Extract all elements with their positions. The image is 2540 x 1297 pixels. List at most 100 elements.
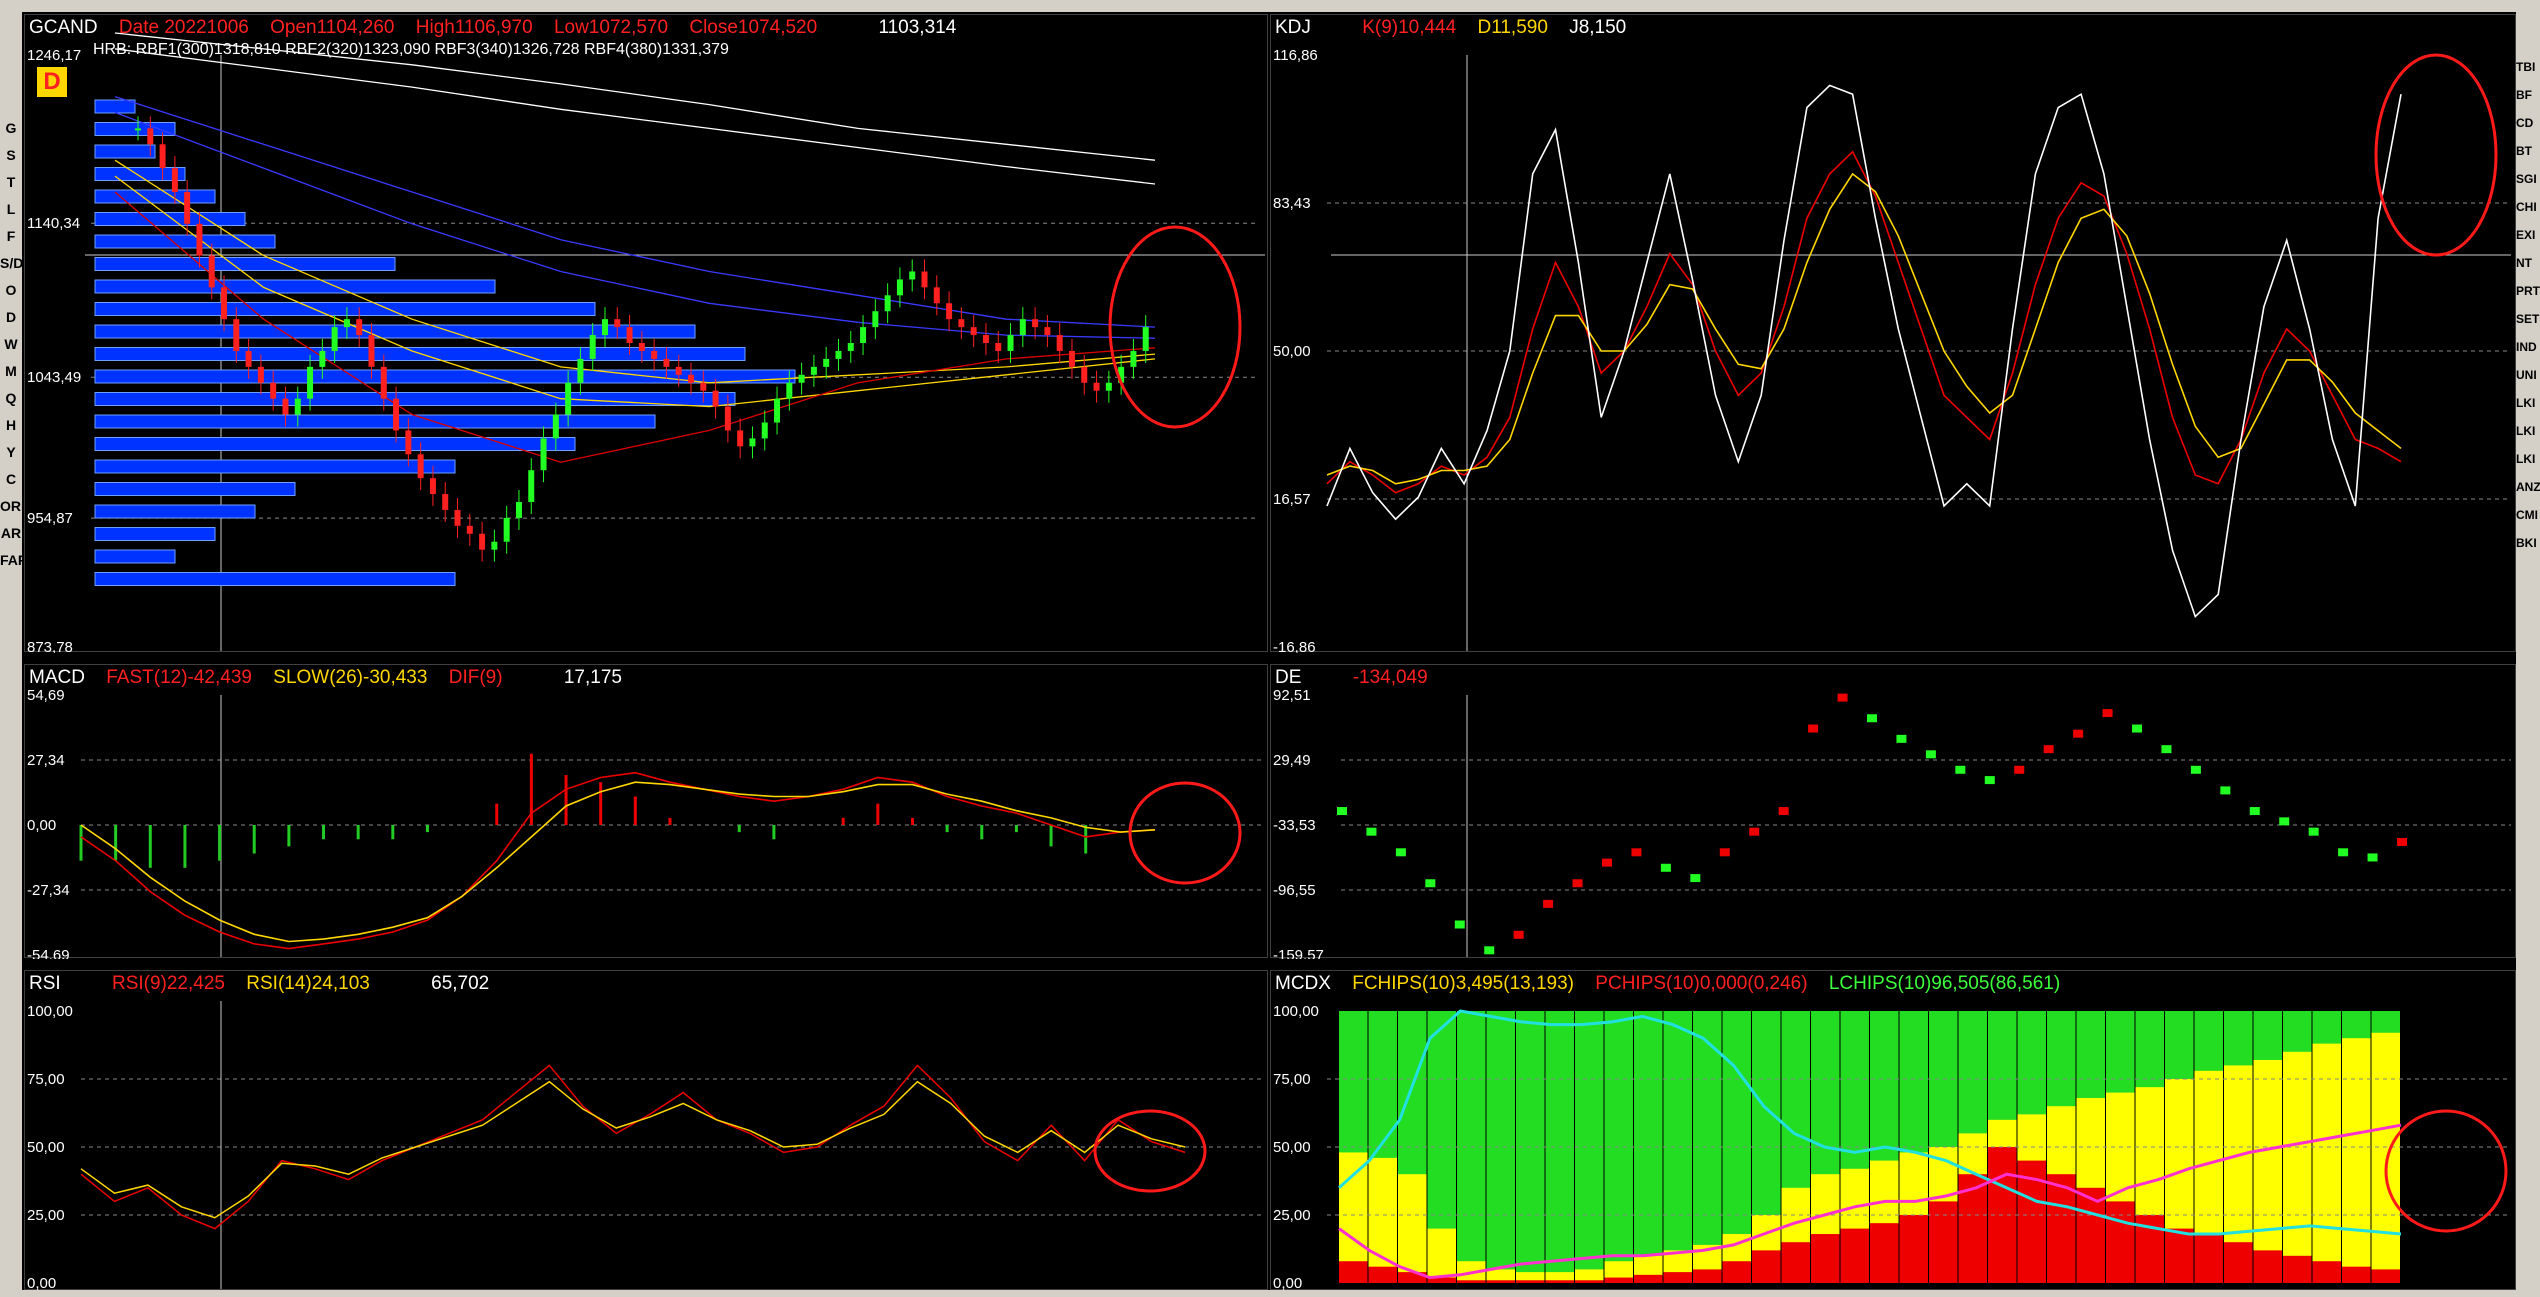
y-tick-label: 116,86 (1273, 47, 1318, 64)
right-tool-lki[interactable]: LKI (2516, 424, 2540, 438)
kdj-panel[interactable]: 116,86 83,43 50,00 16,57 -16,86 KDJ K(9)10,4… (1270, 14, 2517, 653)
hrb-line: HRB: RBF1(300)1318,810 RBF2(320)1323,090… (29, 41, 729, 59)
mcdx-pchips: PCHIPS(10)0,000(0,246) (1595, 973, 1808, 994)
mcdx-pchips-bar (1545, 1280, 1574, 1283)
de-panel[interactable]: 92,51 29,49 -33,53 -96,55 -159,57 DE -134,04… (1270, 664, 2517, 959)
candle (331, 327, 338, 351)
de-marker (2132, 724, 2142, 733)
right-tool-set[interactable]: SET (2516, 312, 2540, 326)
rsi-chart[interactable]: 100,00 75,00 50,00 25,00 0,00 (25, 971, 1269, 1291)
right-tool-prt[interactable]: PRT (2516, 284, 2540, 298)
de-marker (2220, 786, 2231, 795)
kdj-chart[interactable]: 116,86 83,43 50,00 16,57 -16,86 (1271, 15, 2517, 653)
right-tool-nt[interactable]: NT (2516, 256, 2540, 270)
right-tool-chi[interactable]: CHI (2516, 200, 2540, 214)
price-cursor-value: 1103,314 (878, 17, 957, 38)
de-marker (1543, 899, 1554, 908)
right-tool-tbi[interactable]: TBI (2516, 60, 2540, 74)
left-tool-w[interactable]: W (0, 336, 22, 352)
de-marker (1955, 765, 1966, 774)
price-chart[interactable]: 1246,171140,341043,49954,87873,78 (25, 15, 1269, 653)
left-tool-d[interactable]: D (0, 309, 22, 325)
left-tool-g[interactable]: G (0, 120, 22, 136)
left-tool-y[interactable]: Y (0, 444, 22, 460)
rsi-header: RSI RSI(9)22,425 RSI(14)24,103 65,702 (29, 973, 505, 995)
left-tool-f[interactable]: F (0, 228, 22, 244)
left-tool-l[interactable]: L (0, 201, 22, 217)
left-tool-h[interactable]: H (0, 417, 22, 433)
left-tool-sd[interactable]: S/D (0, 255, 23, 271)
kdj-header: KDJ K(9)10,444 D11,590 J8,150 (1275, 17, 1642, 39)
de-marker (2338, 848, 2349, 857)
kdj-d-line (1326, 172, 2402, 485)
candle (884, 295, 891, 312)
mcdx-pchips-bar (2253, 1250, 2282, 1283)
candle (700, 382, 707, 391)
left-tool-c[interactable]: C (0, 471, 22, 487)
left-tool-t[interactable]: T (0, 174, 22, 190)
right-tool-bki[interactable]: BKI (2516, 536, 2540, 550)
rsi-name: RSI (29, 973, 61, 994)
right-tool-anz[interactable]: ANZ (2516, 480, 2540, 494)
right-tool-bf[interactable]: BF (2516, 88, 2540, 102)
annotation-circle (2374, 53, 2498, 257)
price-panel[interactable]: 1246,17 1140,34 1043,49 954,87 873,78 GCAND … (24, 14, 1269, 653)
right-tool-exi[interactable]: EXI (2516, 228, 2540, 242)
de-marker (1808, 724, 1819, 733)
mcdx-pchips-bar (1604, 1277, 1633, 1283)
candle (245, 350, 252, 367)
left-tool-m[interactable]: M (0, 363, 22, 379)
mcdx-lchips: LCHIPS(10)96,505(86,561) (1828, 973, 2061, 994)
de-marker (1896, 734, 1907, 743)
left-tool-o[interactable]: O (0, 282, 22, 298)
annotation-circle (1093, 1109, 1207, 1193)
candle (896, 279, 903, 296)
y-tick-label: 54,69 (27, 687, 65, 704)
candle (909, 271, 916, 280)
rsi-panel[interactable]: 100,00 75,00 50,00 25,00 0,00 RSI RSI(9)22,4… (24, 970, 1269, 1291)
mcdx-panel[interactable]: 100,00 75,00 50,00 25,00 0,00 MCDX FCHIPS(10… (1270, 970, 2517, 1291)
de-marker (1366, 827, 1377, 836)
rsi-value: 65,702 (431, 973, 490, 994)
candle (1130, 350, 1137, 367)
candle (1007, 335, 1014, 351)
volume-profile-bar (94, 527, 216, 541)
y-tick-label: 100,00 (1273, 1003, 1319, 1020)
d-badge[interactable]: D (37, 67, 67, 97)
mcdx-pchips-bar (2283, 1255, 2312, 1283)
right-tool-sgi[interactable]: SGI (2516, 172, 2540, 186)
macd-header: MACD FAST(12)-42,439 SLOW(26)-30,433 DIF… (29, 667, 638, 689)
right-tool-bt[interactable]: BT (2516, 144, 2540, 158)
right-tool-cd[interactable]: CD (2516, 116, 2540, 130)
kdj-j: J8,150 (1569, 17, 1627, 38)
y-tick-label: 16,57 (1273, 491, 1311, 508)
right-tool-lki[interactable]: LKI (2516, 396, 2540, 410)
de-marker (2308, 827, 2319, 836)
de-marker (1837, 693, 1848, 702)
y-tick-label: 75,00 (27, 1071, 65, 1088)
de-chart[interactable]: 92,51 29,49 -33,53 -96,55 -159,57 (1271, 665, 2517, 959)
mcdx-pchips-bar (1634, 1274, 1663, 1283)
mcdx-chart[interactable]: 100,00 75,00 50,00 25,00 0,00 (1271, 971, 2517, 1291)
macd-slow-line (80, 781, 1156, 943)
left-tool-ar[interactable]: AR (0, 525, 22, 541)
right-tool-uni[interactable]: UNI (2516, 368, 2540, 382)
right-tool-lki[interactable]: LKI (2516, 452, 2540, 466)
mcdx-pchips-bar (1457, 1280, 1486, 1283)
left-tool-ord[interactable]: ORD (0, 498, 31, 514)
right-tool-ind[interactable]: IND (2516, 340, 2540, 354)
y-tick-label: 50,00 (1273, 343, 1311, 360)
left-tool-far[interactable]: FAR (0, 552, 28, 568)
mcdx-pchips-bar (1899, 1215, 1928, 1283)
price-name: GCAND (29, 17, 98, 38)
volume-profile-bar (94, 414, 656, 429)
macd-chart[interactable]: 54,69 27,34 0,00 -27,34 -54,69 (25, 665, 1269, 959)
candle (147, 128, 154, 145)
de-name: DE (1275, 667, 1302, 688)
left-tool-q[interactable]: Q (0, 390, 22, 406)
left-tool-s[interactable]: S (0, 147, 22, 163)
mcdx-fchips-bar (2312, 1043, 2341, 1283)
right-tool-cmi[interactable]: CMI (2516, 508, 2540, 522)
candle (503, 517, 510, 542)
macd-panel[interactable]: 54,69 27,34 0,00 -27,34 -54,69 MACD FAST(12)… (24, 664, 1269, 959)
